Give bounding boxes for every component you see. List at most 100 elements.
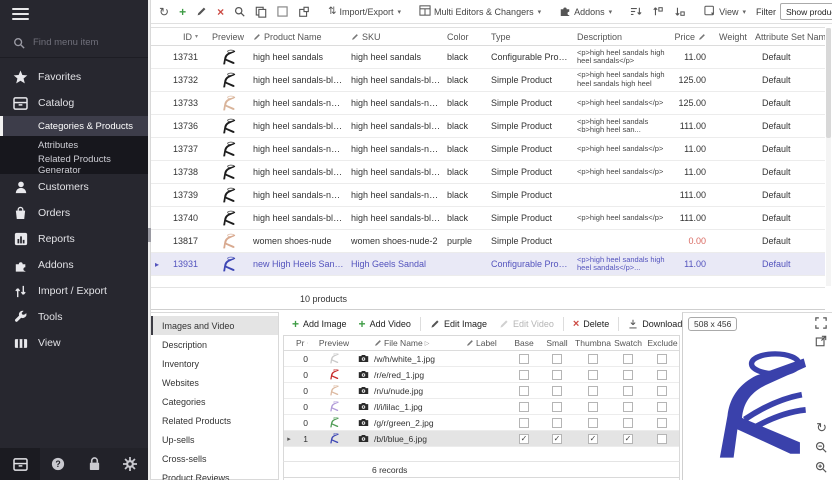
col-type[interactable]: Type <box>488 32 574 42</box>
tab-description[interactable]: Description <box>150 335 278 354</box>
col-exclude[interactable]: Exclude <box>644 338 679 348</box>
image-row[interactable]: 0/w/h/white_1.jpg <box>284 351 679 367</box>
checkbox[interactable]: ✓ <box>588 434 598 444</box>
checkbox[interactable] <box>519 418 529 428</box>
add-video-button[interactable]: +Add Video <box>354 315 416 333</box>
delete-image-button[interactable]: ×Delete <box>568 316 614 332</box>
checkbox[interactable] <box>623 386 633 396</box>
checkbox[interactable] <box>588 418 598 428</box>
checkbox[interactable] <box>519 370 529 380</box>
checkbox-button[interactable] <box>274 4 291 19</box>
checkbox[interactable]: ✓ <box>552 434 562 444</box>
tab-images-and-video[interactable]: Images and Video <box>150 316 278 335</box>
open-external-icon[interactable] <box>815 335 827 350</box>
sidebar-item-catalog[interactable]: Catalog <box>0 90 148 116</box>
sidebar-item-addons[interactable]: Addons <box>0 252 148 278</box>
image-row[interactable]: ▸1/b/l/blue_6.jpg✓✓✓✓ <box>284 431 679 447</box>
expand-all-button[interactable] <box>649 4 667 19</box>
tab-inventory[interactable]: Inventory <box>150 354 278 373</box>
sort-button[interactable] <box>627 4 645 19</box>
col-label[interactable]: Label <box>464 338 508 348</box>
col-description[interactable]: Description <box>574 32 668 42</box>
zoom-out-icon[interactable] <box>815 441 827 456</box>
collapse-all-button[interactable] <box>671 4 689 19</box>
checkbox[interactable] <box>552 418 562 428</box>
product-row[interactable]: 13732high heel sandals-blackhigh heel sa… <box>150 69 825 92</box>
sidebar-item-categories-products[interactable]: Categories & Products <box>0 116 148 136</box>
tab-websites[interactable]: Websites <box>150 373 278 392</box>
col-product-name[interactable]: Product Name <box>250 32 348 42</box>
checkbox[interactable] <box>623 418 633 428</box>
checkbox[interactable] <box>588 402 598 412</box>
product-row[interactable]: 13739high heel sandals-nude-37high heel … <box>150 184 825 207</box>
col-base[interactable]: Base <box>508 338 540 348</box>
category-filter-select[interactable]: Show products from selected categories▾ <box>780 3 832 20</box>
image-row[interactable]: 0/l/i/lilac_1.jpg <box>284 399 679 415</box>
delete-product-button[interactable]: × <box>214 5 227 19</box>
view-button[interactable]: View▾ <box>701 3 749 20</box>
col-id[interactable]: ID ▾ <box>164 32 206 42</box>
col-preview[interactable]: Preview <box>206 32 250 42</box>
sidebar-item-view[interactable]: View <box>0 330 148 356</box>
sidebar-item-tools[interactable]: Tools <box>0 304 148 330</box>
refresh-button[interactable]: ↻ <box>156 5 172 19</box>
zoom-in-icon[interactable] <box>815 461 827 476</box>
edit-image-button[interactable]: Edit Image <box>425 317 492 331</box>
col-thumbnail[interactable]: Thumbna <box>574 338 612 348</box>
search-button[interactable] <box>231 4 248 19</box>
tab-categories[interactable]: Categories <box>150 392 278 411</box>
multi-editors-button[interactable]: Multi Editors & Changers▾ <box>416 3 544 20</box>
checkbox[interactable] <box>519 354 529 364</box>
sidebar-item-attributes[interactable]: Attributes <box>0 136 148 155</box>
col-attribute-set[interactable]: Attribute Set Name <box>752 32 825 42</box>
product-row[interactable]: 13817women shoes-nudewomen shoes-nude-2p… <box>150 230 825 253</box>
checkbox[interactable] <box>552 402 562 412</box>
checkbox[interactable] <box>588 354 598 364</box>
col-sku[interactable]: SKU <box>348 32 444 42</box>
rotate-icon[interactable]: ↻ <box>816 420 827 436</box>
product-row[interactable]: 13736high heel sandals-black-36high heel… <box>150 115 825 138</box>
add-product-button[interactable]: + <box>176 5 189 19</box>
copy-button[interactable] <box>252 4 270 20</box>
col-img-preview[interactable]: Preview <box>314 338 354 348</box>
tab-related-products[interactable]: Related Products <box>150 411 278 430</box>
image-row[interactable]: 0/r/e/red_1.jpg <box>284 367 679 383</box>
checkbox[interactable] <box>623 370 633 380</box>
product-row[interactable]: 13738high heel sandals-black-37high heel… <box>150 161 825 184</box>
checkbox[interactable] <box>623 402 633 412</box>
col-weight[interactable]: Weight <box>716 32 752 42</box>
col-price[interactable]: Price <box>668 32 716 42</box>
checkbox[interactable] <box>552 370 562 380</box>
product-row[interactable]: 13733high heel sandals-nudehigh heel san… <box>150 92 825 115</box>
checkbox[interactable]: ✓ <box>623 434 633 444</box>
checkbox[interactable] <box>657 370 667 380</box>
sidebar-item-related-products-generator[interactable]: Related Products Generator <box>0 155 148 174</box>
col-swatch[interactable]: Swatch <box>612 338 644 348</box>
col-small[interactable]: Small <box>540 338 574 348</box>
checkbox[interactable]: ✓ <box>519 434 529 444</box>
checkbox[interactable] <box>552 386 562 396</box>
add-image-button[interactable]: +Add Image <box>287 315 352 333</box>
store-icon[interactable] <box>0 448 40 480</box>
sidebar-splitter[interactable] <box>148 0 151 480</box>
product-row[interactable]: ▸13931new High Heels SandalsHigh Geels S… <box>150 253 825 276</box>
fullscreen-icon[interactable] <box>815 317 827 332</box>
checkbox[interactable] <box>657 418 667 428</box>
sidebar-search[interactable]: Find menu item <box>0 28 148 58</box>
checkbox[interactable] <box>657 434 667 444</box>
help-icon[interactable]: ? <box>40 457 76 471</box>
sidebar-item-favorites[interactable]: Favorites <box>0 64 148 90</box>
tab-cross-sells[interactable]: Cross-sells <box>150 449 278 468</box>
checkbox[interactable] <box>588 386 598 396</box>
checkbox[interactable] <box>623 354 633 364</box>
sidebar-item-orders[interactable]: Orders <box>0 200 148 226</box>
addons-button[interactable]: Addons▾ <box>556 3 615 20</box>
image-row[interactable]: 0/n/u/nude.jpg <box>284 383 679 399</box>
checkbox[interactable] <box>588 370 598 380</box>
checkbox[interactable] <box>657 354 667 364</box>
edit-product-button[interactable] <box>193 4 210 19</box>
product-row[interactable]: 13740high heel sandals-black-38high heel… <box>150 207 825 230</box>
col-pr[interactable]: Pr <box>294 338 314 348</box>
edit-video-button[interactable]: Edit Video <box>494 317 559 331</box>
product-row[interactable]: 13731high heel sandalshigh heel sandalsb… <box>150 46 825 69</box>
